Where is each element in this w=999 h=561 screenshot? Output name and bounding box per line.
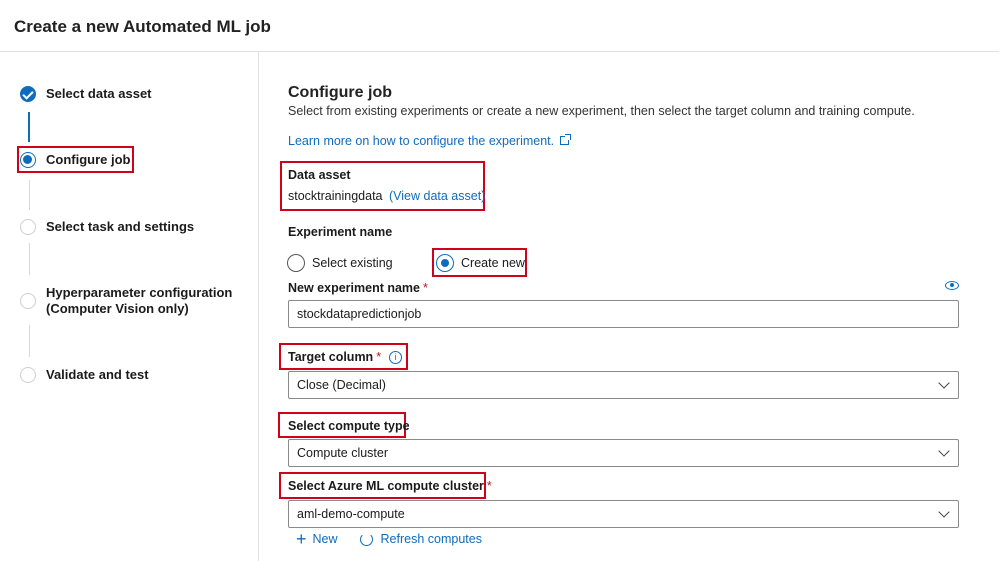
learn-more-link[interactable]: Learn more on how to configure the exper… — [288, 134, 572, 148]
step-select-task[interactable]: Select task and settings — [20, 219, 194, 235]
compute-cluster-select[interactable]: aml-demo-compute — [288, 500, 959, 528]
compute-cluster-label: Select Azure ML compute cluster * — [288, 479, 492, 493]
experiment-name-input[interactable]: stockdatapredictionjob — [288, 300, 959, 328]
new-experiment-label: New experiment name * — [288, 281, 428, 295]
highlight-box — [17, 146, 134, 173]
data-asset-value: stocktrainingdata — [288, 189, 383, 203]
experiment-name-label: Experiment name — [288, 225, 393, 239]
check-icon — [20, 86, 36, 102]
step-connector — [28, 112, 30, 142]
pending-step-icon — [20, 367, 36, 383]
required-marker: * — [423, 281, 428, 295]
data-asset-value-row: stocktrainingdata (View data asset) — [288, 189, 485, 203]
select-value: Compute cluster — [297, 446, 389, 460]
external-link-icon — [560, 134, 572, 145]
field-label-text: New experiment name — [288, 281, 420, 295]
pending-step-icon — [20, 219, 36, 235]
radio-circle[interactable] — [436, 254, 454, 272]
compute-actions: + New Refresh computes — [296, 529, 482, 549]
field-label-text: Target column — [288, 350, 374, 364]
step-label: Validate and test — [46, 367, 149, 382]
chevron-down-icon — [938, 506, 950, 518]
step-label: Select data asset — [46, 86, 152, 101]
refresh-icon — [359, 532, 373, 546]
step-label-line2: (Computer Vision only) — [46, 301, 189, 316]
section-description: Select from existing experiments or crea… — [288, 104, 915, 118]
step-connector — [28, 243, 30, 275]
required-marker: * — [376, 350, 382, 364]
view-data-asset-link[interactable]: (View data asset) — [389, 189, 485, 203]
step-select-data-asset[interactable]: Select data asset — [20, 86, 152, 102]
new-compute-button[interactable]: + New — [296, 529, 338, 549]
radio-label: Select existing — [312, 256, 393, 270]
section-title: Configure job — [288, 84, 392, 101]
select-value: Close (Decimal) — [297, 378, 386, 392]
chevron-down-icon — [938, 445, 950, 457]
pending-step-icon — [20, 293, 36, 309]
step-connector — [28, 180, 30, 210]
select-value: aml-demo-compute — [297, 507, 405, 521]
compute-type-label: Select compute type — [288, 419, 410, 433]
refresh-computes-button[interactable]: Refresh computes — [338, 532, 482, 546]
field-label-text: Select Azure ML compute cluster — [288, 479, 484, 493]
target-column-label: Target column * i — [288, 350, 403, 364]
info-icon[interactable]: i — [389, 351, 403, 364]
target-column-select[interactable]: Close (Decimal) — [288, 371, 959, 399]
step-hyperparameter[interactable]: Hyperparameter configuration (Computer V… — [20, 285, 232, 317]
step-label: Hyperparameter configuration (Computer V… — [46, 285, 232, 317]
step-label: Select task and settings — [46, 219, 195, 234]
page-title: Create a new Automated ML job — [14, 17, 271, 36]
radio-label: Create new — [461, 256, 525, 270]
step-label-line1: Hyperparameter configuration — [46, 285, 233, 300]
radio-select-existing[interactable]: Select existing — [287, 254, 393, 272]
radio-circle[interactable] — [287, 254, 305, 272]
chevron-down-icon — [938, 377, 950, 389]
step-connector — [28, 325, 30, 357]
eye-icon[interactable] — [945, 281, 959, 290]
step-validate-test[interactable]: Validate and test — [20, 367, 149, 383]
new-compute-label: New — [312, 532, 338, 546]
data-asset-label: Data asset — [288, 168, 351, 182]
plus-icon: + — [296, 529, 307, 549]
compute-type-select[interactable]: Compute cluster — [288, 439, 959, 467]
page-header: Create a new Automated ML job — [0, 0, 999, 52]
refresh-computes-label: Refresh computes — [380, 532, 482, 546]
learn-more-text[interactable]: Learn more on how to configure the exper… — [288, 134, 554, 148]
required-marker: * — [486, 479, 492, 493]
radio-create-new[interactable]: Create new — [436, 254, 525, 272]
